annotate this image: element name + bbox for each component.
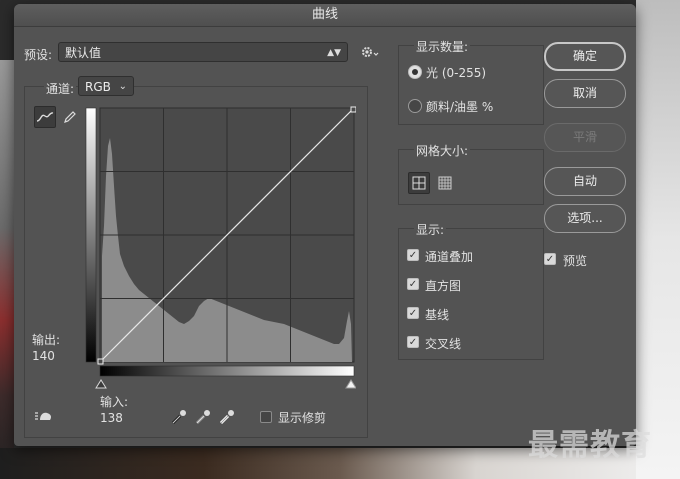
channel-label: 通道:: [44, 80, 77, 97]
output-value: 140: [32, 349, 55, 363]
light-label: 光 (0-255): [426, 66, 487, 80]
show-amount-title: 显示数量:: [414, 38, 471, 55]
display-title: 显示:: [414, 221, 447, 238]
on-image-adjust-icon[interactable]: [34, 408, 56, 424]
photo-left-edge: [0, 60, 14, 479]
channel-overlays-label: 通道叠加: [425, 250, 474, 264]
curve-tool-icon[interactable]: [34, 106, 56, 128]
preview-label: 预览: [563, 254, 588, 268]
channel-value: RGB: [85, 80, 111, 94]
intersection-line-label: 交叉线: [425, 337, 462, 351]
chevron-updown-icon: ▲▼: [327, 48, 341, 58]
white-eyedropper-icon[interactable]: [218, 408, 236, 426]
ok-button[interactable]: 确定: [544, 42, 626, 71]
curves-dialog: 曲线 预设: 默认值 ▲▼ 通道: RGB ⌄ 输出: 140 输入: 138 …: [14, 4, 636, 446]
pigment-radio[interactable]: [408, 99, 422, 113]
input-gradient-bar: [99, 365, 355, 377]
preset-value: 默认值: [65, 46, 102, 60]
show-clipping-label: 显示修剪: [278, 411, 327, 425]
preset-select[interactable]: 默认值 ▲▼: [58, 42, 348, 62]
simple-grid-icon[interactable]: [408, 172, 430, 194]
preview-checkbox[interactable]: ✓: [544, 253, 556, 265]
detailed-grid-icon[interactable]: [434, 172, 456, 194]
histogram-label: 直方图: [425, 279, 462, 293]
show-clipping-checkbox[interactable]: [260, 411, 272, 423]
intersection-line-checkbox[interactable]: ✓: [407, 336, 419, 348]
channel-overlays-checkbox[interactable]: ✓: [407, 249, 419, 261]
gray-eyedropper-icon[interactable]: [194, 408, 212, 426]
black-point-slider-icon[interactable]: [95, 379, 107, 389]
photo-right-edge: [636, 0, 680, 479]
dialog-title[interactable]: 曲线: [14, 4, 636, 27]
light-radio[interactable]: [408, 65, 422, 79]
input-label: 输入:: [100, 395, 129, 409]
smooth-button[interactable]: 平滑: [544, 123, 626, 152]
curve-point-white[interactable]: [350, 106, 357, 113]
channel-select[interactable]: RGB ⌄: [78, 76, 134, 96]
white-point-slider-icon[interactable]: [345, 379, 357, 389]
input-value: 138: [100, 411, 123, 425]
curve-point-black[interactable]: [97, 358, 104, 365]
options-button[interactable]: 选项...: [544, 204, 626, 233]
grid-size-title: 网格大小:: [414, 142, 471, 159]
auto-button[interactable]: 自动: [544, 167, 626, 196]
chevron-down-icon: ⌄: [118, 81, 127, 92]
pigment-label: 颜料/油墨 %: [426, 100, 494, 114]
output-label: 输出:: [32, 333, 61, 347]
cancel-button[interactable]: 取消: [544, 79, 626, 108]
watermark-logo: 最需教育: [528, 428, 652, 463]
baseline-checkbox[interactable]: ✓: [407, 307, 419, 319]
preset-label: 预设:: [24, 48, 53, 62]
pencil-icon[interactable]: [59, 106, 81, 128]
histogram-checkbox[interactable]: ✓: [407, 278, 419, 290]
output-gradient-bar: [85, 107, 97, 363]
curve-graph[interactable]: [84, 106, 357, 394]
baseline-label: 基线: [425, 308, 450, 322]
gear-icon[interactable]: [360, 44, 380, 60]
black-eyedropper-icon[interactable]: [170, 408, 188, 426]
